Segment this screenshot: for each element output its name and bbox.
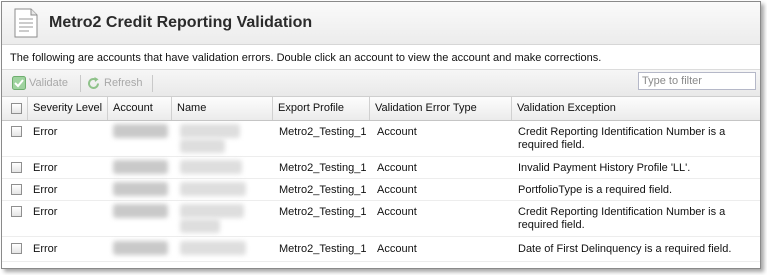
row-checkbox[interactable] xyxy=(11,162,22,173)
table-row[interactable]: Error Metro2_Testing_1 Account Date of F… xyxy=(2,237,760,262)
table-row[interactable]: Error Metro2_Testing_1 Account Portfolio… xyxy=(2,179,760,201)
name-cell-redacted xyxy=(180,219,220,233)
table-row[interactable]: Error Metro2_Testing_1 Account Credit Re… xyxy=(2,201,760,237)
refresh-icon xyxy=(88,76,99,89)
error-type-cell: Account xyxy=(377,126,417,138)
error-type-cell: Account xyxy=(377,243,417,255)
severity-cell: Error xyxy=(33,162,58,174)
column-header-name[interactable]: Name xyxy=(172,97,273,120)
filter-input[interactable] xyxy=(638,72,756,90)
export-profile-cell: Metro2_Testing_1 xyxy=(279,243,367,255)
grid-header: Severity Level Account Name Export Profi… xyxy=(2,97,760,121)
row-checkbox[interactable] xyxy=(11,126,22,137)
severity-cell: Error xyxy=(33,184,58,196)
name-cell-redacted xyxy=(180,124,240,138)
toolbar: Validate Refresh xyxy=(2,70,760,97)
name-cell-redacted xyxy=(180,160,242,174)
export-profile-cell: Metro2_Testing_1 xyxy=(279,184,367,196)
column-header-export-profile[interactable]: Export Profile xyxy=(273,97,370,120)
instructions-bar: The following are accounts that have val… xyxy=(2,45,760,70)
error-type-cell: Account xyxy=(377,184,417,196)
toolbar-separator xyxy=(152,75,153,92)
toolbar-separator xyxy=(80,75,81,92)
row-checkbox[interactable] xyxy=(11,243,22,254)
severity-cell: Error xyxy=(33,243,58,255)
checkmark-icon xyxy=(12,76,26,90)
export-profile-cell: Metro2_Testing_1 xyxy=(279,162,367,174)
validate-label: Validate xyxy=(29,77,68,89)
refresh-button[interactable]: Refresh xyxy=(86,75,143,91)
document-icon xyxy=(14,8,38,38)
severity-cell: Error xyxy=(33,206,58,218)
error-type-cell: Account xyxy=(377,206,417,218)
export-profile-cell: Metro2_Testing_1 xyxy=(279,126,367,138)
refresh-label: Refresh xyxy=(104,77,143,89)
validation-window: Metro2 Credit Reporting Validation The f… xyxy=(1,1,761,269)
account-cell-redacted xyxy=(113,241,168,255)
table-row[interactable]: Error Metro2_Testing_1 Account Credit Re… xyxy=(2,121,760,157)
exception-cell: Invalid Payment History Profile 'LL'. xyxy=(518,162,691,174)
account-cell-redacted xyxy=(113,204,168,218)
exception-cell: Date of First Delinquency is a required … xyxy=(518,243,732,255)
export-profile-cell: Metro2_Testing_1 xyxy=(279,206,367,218)
account-cell-redacted xyxy=(113,182,168,196)
title-bar: Metro2 Credit Reporting Validation xyxy=(2,2,760,45)
name-cell-redacted xyxy=(180,204,244,218)
name-cell-redacted xyxy=(180,139,225,153)
window-title: Metro2 Credit Reporting Validation xyxy=(49,14,313,31)
exception-cell: Credit Reporting Identification Number i… xyxy=(518,206,726,231)
severity-cell: Error xyxy=(33,126,58,138)
table-row[interactable]: Error Metro2_Testing_1 Account Invalid P… xyxy=(2,157,760,179)
column-header-exception[interactable]: Validation Exception xyxy=(512,97,760,120)
row-checkbox[interactable] xyxy=(11,206,22,217)
exception-cell: Credit Reporting Identification Number i… xyxy=(518,126,726,151)
column-header-account[interactable]: Account xyxy=(108,97,172,120)
select-all-checkbox[interactable] xyxy=(11,103,22,114)
row-checkbox[interactable] xyxy=(11,184,22,195)
error-type-cell: Account xyxy=(377,162,417,174)
name-cell-redacted xyxy=(180,241,246,255)
column-header-error-type[interactable]: Validation Error Type xyxy=(370,97,512,120)
account-cell-redacted xyxy=(113,124,168,138)
account-cell-redacted xyxy=(113,160,168,174)
instructions-text: The following are accounts that have val… xyxy=(10,52,602,64)
select-all-header xyxy=(2,97,28,120)
column-header-severity[interactable]: Severity Level xyxy=(28,97,108,120)
exception-cell: PortfolioType is a required field. xyxy=(518,184,673,196)
name-cell-redacted xyxy=(180,182,246,196)
validate-button[interactable]: Validate xyxy=(12,75,68,91)
